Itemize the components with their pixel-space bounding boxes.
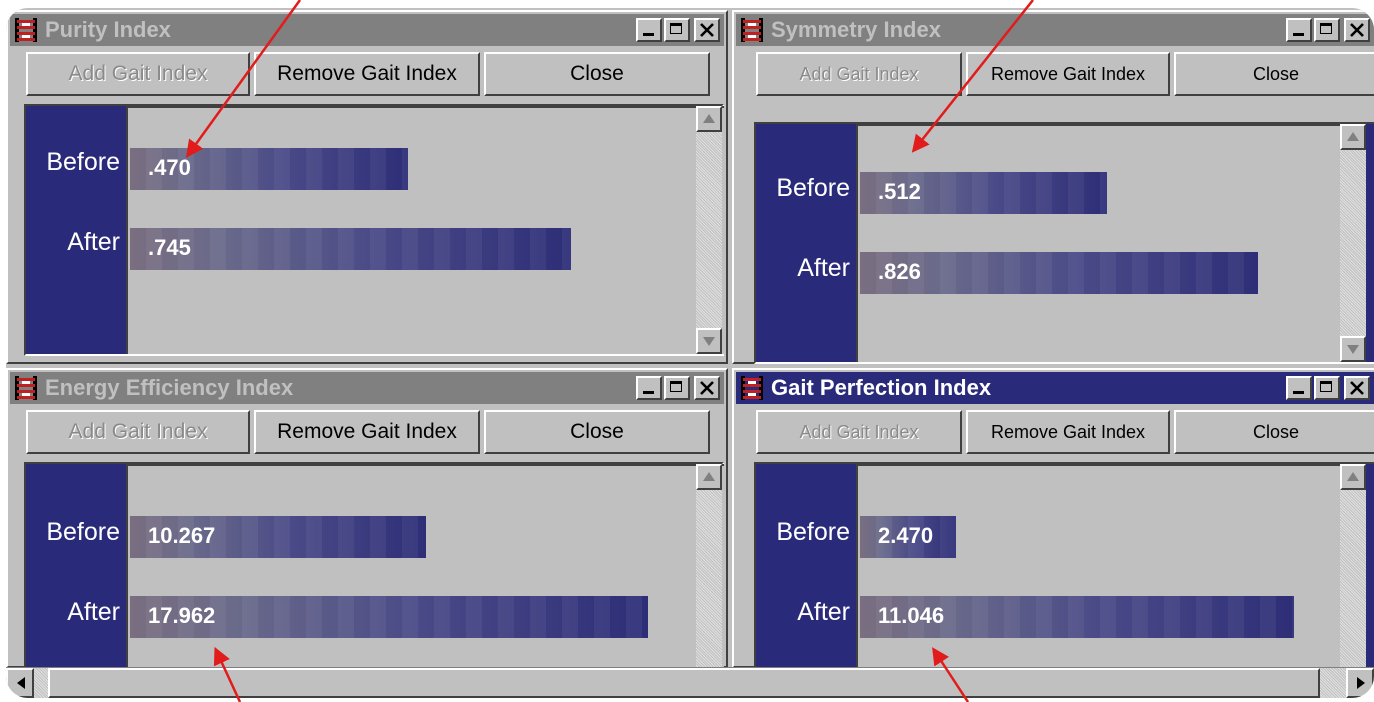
close-window-button[interactable] — [1344, 376, 1370, 400]
minimize-button[interactable] — [636, 18, 662, 42]
remove-gait-index-button[interactable]: Remove Gait Index — [966, 410, 1170, 454]
window-titlebar[interactable]: Energy Efficiency Index — [10, 372, 724, 404]
remove-gait-index-button[interactable]: Remove Gait Index — [966, 52, 1170, 96]
window-titlebar[interactable]: Gait Perfection Index — [736, 372, 1374, 404]
after-value: .826 — [878, 259, 921, 284]
before-label: Before — [776, 518, 850, 546]
horizontal-scrollbar[interactable] — [6, 667, 1374, 698]
before-bar: .470 — [130, 148, 408, 190]
index-chart-panel: Before After 2.470 11.046 — [754, 462, 1374, 672]
maximize-button[interactable] — [1314, 376, 1340, 400]
after-label: After — [67, 598, 120, 626]
minimize-button[interactable] — [1286, 376, 1312, 400]
close-icon — [700, 23, 714, 37]
symmetry-index-window: Symmetry Index Add Gait Index Remove Gai… — [732, 10, 1374, 364]
scroll-up-button[interactable] — [1340, 124, 1366, 150]
add-gait-index-button[interactable]: Add Gait Index — [756, 410, 962, 454]
scroll-right-arrow-icon — [1357, 677, 1365, 689]
after-bar: 11.046 — [860, 596, 1294, 638]
after-label: After — [797, 254, 850, 282]
horizontal-scroll-thumb[interactable] — [48, 668, 1320, 698]
before-label: Before — [776, 174, 850, 202]
before-label: Before — [46, 148, 120, 176]
window-title: Energy Efficiency Index — [45, 375, 294, 400]
purity-index-window: Purity Index Add Gait Index Remove Gait … — [6, 10, 728, 364]
gait-perfection-index-window: Gait Perfection Index Add Gait Index Rem… — [732, 368, 1374, 672]
scroll-up-button[interactable] — [696, 106, 722, 132]
desktop-area: Purity Index Add Gait Index Remove Gait … — [6, 8, 1374, 698]
remove-gait-index-button[interactable]: Remove Gait Index — [254, 52, 480, 96]
after-bar: .745 — [130, 228, 571, 270]
before-bar: 10.267 — [130, 516, 426, 558]
gait-app-icon — [741, 376, 763, 400]
maximize-button[interactable] — [1314, 18, 1340, 42]
scroll-right-button[interactable] — [1346, 668, 1374, 698]
bar-plot-area: 2.470 11.046 — [856, 464, 1344, 670]
scroll-up-arrow-icon — [1347, 132, 1359, 141]
scroll-left-button[interactable] — [6, 668, 34, 698]
close-button[interactable]: Close — [1174, 52, 1374, 96]
add-gait-index-button[interactable]: Add Gait Index — [26, 410, 250, 454]
after-bar: .826 — [860, 252, 1258, 294]
scroll-up-arrow-icon — [1347, 472, 1359, 481]
close-button[interactable]: Close — [1174, 410, 1374, 454]
before-value: 2.470 — [878, 523, 934, 548]
vertical-scrollbar[interactable] — [696, 106, 722, 354]
index-chart-panel: Before After .512 .826 — [754, 122, 1374, 364]
scroll-down-button[interactable] — [696, 328, 722, 354]
gait-app-icon — [15, 376, 37, 400]
before-label: Before — [46, 518, 120, 546]
close-button[interactable]: Close — [484, 52, 710, 96]
close-window-button[interactable] — [694, 18, 720, 42]
after-label: After — [67, 228, 120, 256]
bar-plot-area: .470 .745 — [126, 106, 724, 354]
vertical-scrollbar[interactable] — [1340, 464, 1366, 670]
scroll-up-arrow-icon — [703, 472, 715, 481]
close-window-button[interactable] — [694, 376, 720, 400]
remove-gait-index-button[interactable]: Remove Gait Index — [254, 410, 480, 454]
close-icon — [1350, 381, 1364, 395]
scroll-down-button[interactable] — [1340, 336, 1366, 362]
before-value: .512 — [878, 179, 921, 204]
close-icon — [700, 381, 714, 395]
scroll-up-button[interactable] — [696, 464, 722, 490]
scroll-up-button[interactable] — [1340, 464, 1366, 490]
add-gait-index-button[interactable]: Add Gait Index — [756, 52, 962, 96]
window-title: Gait Perfection Index — [771, 375, 992, 400]
after-value: .745 — [148, 235, 191, 260]
close-window-button[interactable] — [1344, 18, 1370, 42]
scroll-up-arrow-icon — [703, 114, 715, 123]
index-chart-panel: Before After .470 .745 — [24, 104, 724, 356]
after-bar: 17.962 — [130, 596, 648, 638]
before-bar: .512 — [860, 172, 1107, 214]
window-title: Purity Index — [45, 17, 171, 42]
scroll-down-arrow-icon — [1347, 345, 1359, 354]
window-title: Symmetry Index — [771, 17, 941, 42]
window-titlebar[interactable]: Symmetry Index — [736, 14, 1374, 46]
close-button[interactable]: Close — [484, 410, 710, 454]
window-titlebar[interactable]: Purity Index — [10, 14, 724, 46]
after-label: After — [797, 598, 850, 626]
bar-plot-area: .512 .826 — [856, 124, 1344, 362]
vertical-scrollbar[interactable] — [696, 464, 722, 670]
minimize-button[interactable] — [636, 376, 662, 400]
before-bar: 2.470 — [860, 516, 956, 558]
vertical-scrollbar[interactable] — [1340, 124, 1366, 362]
after-value: 17.962 — [148, 603, 216, 628]
maximize-button[interactable] — [664, 18, 690, 42]
minimize-button[interactable] — [1286, 18, 1312, 42]
after-value: 11.046 — [878, 603, 945, 628]
energy-efficiency-index-window: Energy Efficiency Index Add Gait Index R… — [6, 368, 728, 672]
bar-plot-area: 10.267 17.962 — [126, 464, 724, 670]
scroll-left-arrow-icon — [17, 677, 25, 689]
close-icon — [1350, 23, 1364, 37]
gait-app-icon — [741, 18, 763, 42]
gait-app-icon — [15, 18, 37, 42]
index-chart-panel: Before After 10.267 17.962 — [24, 462, 724, 672]
add-gait-index-button[interactable]: Add Gait Index — [26, 52, 250, 96]
before-value: .470 — [148, 155, 191, 180]
scroll-down-arrow-icon — [703, 337, 715, 346]
before-value: 10.267 — [148, 523, 216, 548]
maximize-button[interactable] — [664, 376, 690, 400]
